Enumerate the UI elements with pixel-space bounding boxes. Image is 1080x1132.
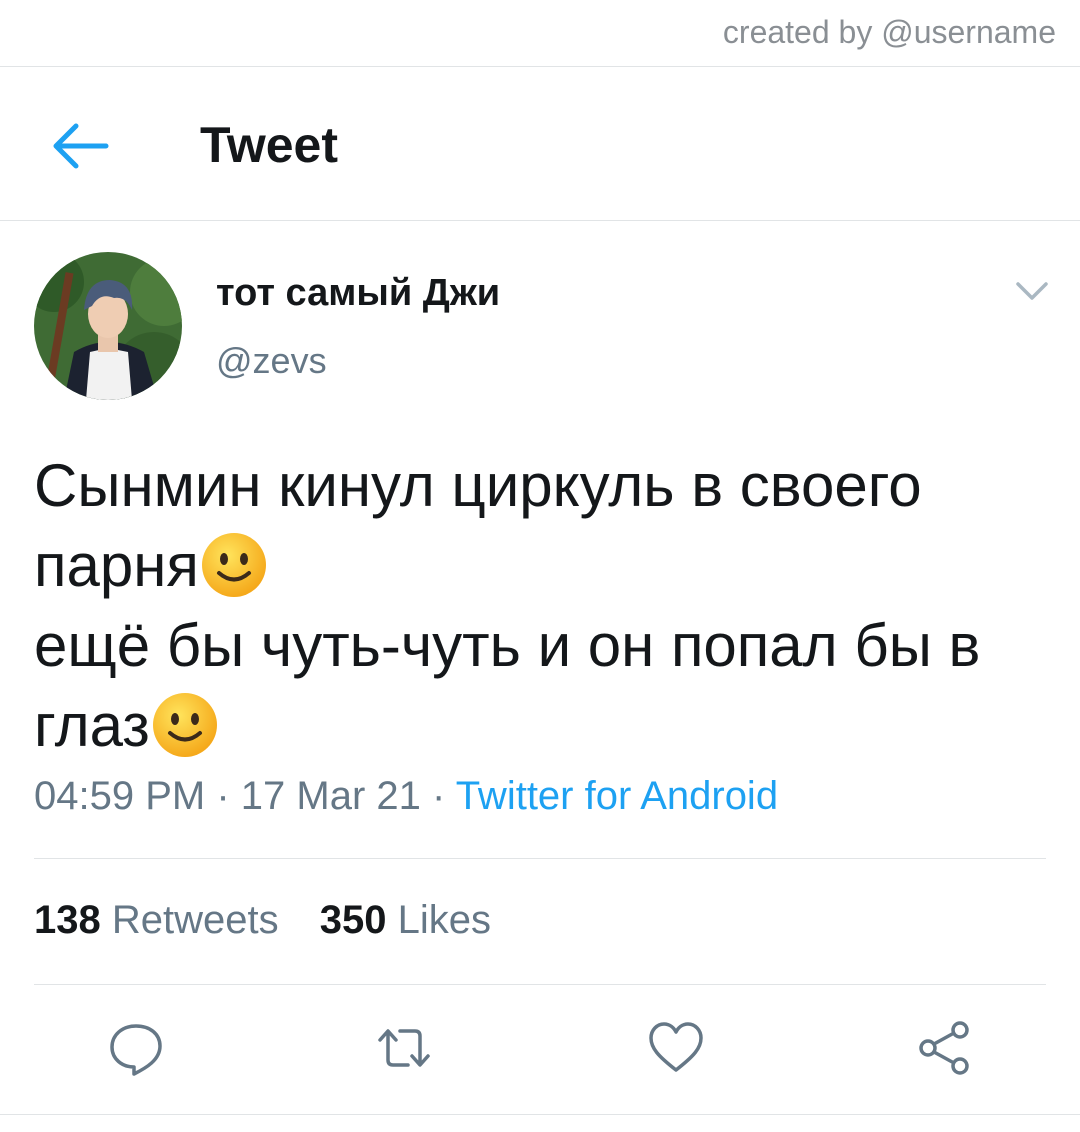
tweet-text-fragment: парня xyxy=(34,532,199,599)
divider xyxy=(0,1114,1080,1115)
divider xyxy=(0,220,1080,221)
tweet-text-line: Сынмин кинул циркуль в своего xyxy=(34,452,922,519)
top-bar: Tweet xyxy=(0,70,1080,220)
likes-stat[interactable]: 350 Likes xyxy=(320,898,491,942)
tweet-stats: 138 Retweets 350 Likes xyxy=(34,898,491,943)
tweet-text: Сынмин кинул циркуль в своего парня ещё … xyxy=(34,446,1044,766)
share-button[interactable] xyxy=(914,1018,974,1078)
retweet-button[interactable] xyxy=(374,1018,434,1078)
retweets-label: Retweets xyxy=(111,898,279,942)
more-options-button[interactable] xyxy=(1012,276,1052,308)
tweet-text-line: ещё бы чуть-чуть и он попал бы в xyxy=(34,612,981,679)
display-name[interactable]: тот самый Джи xyxy=(216,272,500,315)
divider xyxy=(34,858,1046,859)
reply-button[interactable] xyxy=(106,1018,166,1078)
retweet-icon xyxy=(378,1029,430,1067)
slightly-smiling-face-icon xyxy=(150,690,220,760)
user-handle[interactable]: @zevs xyxy=(216,340,327,382)
divider xyxy=(0,66,1080,67)
like-icon xyxy=(649,1022,703,1072)
avatar[interactable] xyxy=(34,252,182,400)
tweet-text-line: парня xyxy=(34,526,1044,606)
divider xyxy=(34,984,1046,985)
tweet-source-link[interactable]: Twitter for Android xyxy=(456,774,778,818)
watermark: created by @username xyxy=(722,14,1056,50)
retweets-count: 138 xyxy=(34,898,101,942)
chevron-down-icon xyxy=(1016,282,1048,300)
likes-label: Likes xyxy=(397,898,492,942)
likes-count: 350 xyxy=(319,898,387,942)
tweet-date: 17 Mar 21 xyxy=(240,774,421,818)
share-icon xyxy=(919,1021,969,1075)
meta-separator: · xyxy=(420,774,456,818)
retweets-stat[interactable]: 138 Retweets xyxy=(34,898,279,942)
avatar-image xyxy=(34,252,182,400)
like-button[interactable] xyxy=(646,1018,706,1078)
meta-separator: · xyxy=(205,774,241,818)
tweet-time: 04:59 PM xyxy=(34,774,206,818)
back-button[interactable] xyxy=(46,118,110,174)
reply-icon xyxy=(110,1024,162,1076)
arrow-left-icon xyxy=(53,123,109,169)
slightly-smiling-face-icon xyxy=(199,530,269,600)
tweet-meta: 04:59 PM · 17 Mar 21 · Twitter for Andro… xyxy=(34,774,778,819)
tweet-text-line: глаз xyxy=(34,686,1044,766)
tweet-text-fragment: глаз xyxy=(34,692,150,759)
page-title: Tweet xyxy=(200,117,338,173)
